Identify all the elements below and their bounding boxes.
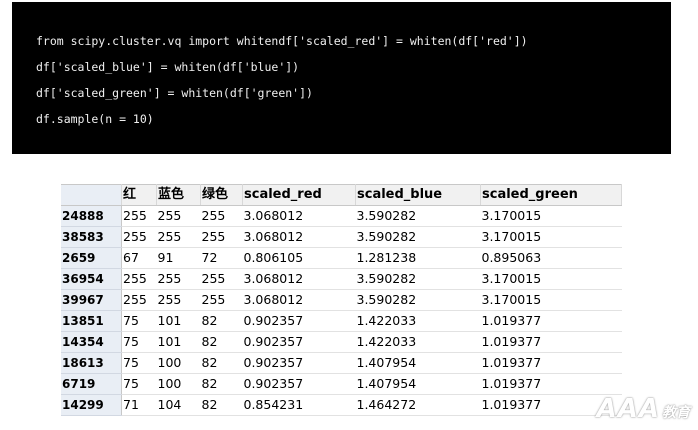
- table-cell: 0.902357: [242, 331, 356, 353]
- table-cell: 3.170015: [480, 226, 622, 248]
- table-cell: 255: [200, 205, 243, 227]
- table-cell: 101: [156, 310, 201, 332]
- dataframe-output: 红 蓝色 绿色 scaled_red scaled_blue scaled_gr…: [61, 184, 622, 416]
- table-cell: 255: [121, 205, 157, 227]
- table-row: 24888 255 255 255 3.068012 3.590282 3.17…: [61, 205, 622, 227]
- column-header-red: 红: [121, 184, 157, 206]
- table-cell: 1.019377: [480, 352, 622, 374]
- watermark-logo: AAA 教育: [597, 394, 690, 424]
- table-cell: 1.464272: [355, 394, 481, 416]
- table-cell: 255: [200, 226, 243, 248]
- code-block: from scipy.cluster.vq import whitendf['s…: [12, 2, 671, 154]
- column-header-scaled-red: scaled_red: [242, 184, 356, 206]
- table-row: 39967 255 255 255 3.068012 3.590282 3.17…: [61, 289, 622, 311]
- table-row: 6719 75 100 82 0.902357 1.407954 1.01937…: [61, 373, 622, 395]
- column-header-scaled-blue: scaled_blue: [355, 184, 481, 206]
- table-cell: 104: [156, 394, 201, 416]
- table-cell: 255: [200, 289, 243, 311]
- table-cell: 71: [121, 394, 157, 416]
- table-cell: 82: [200, 373, 243, 395]
- table-cell: 75: [121, 373, 157, 395]
- table-cell: 82: [200, 331, 243, 353]
- table-cell: 75: [121, 310, 157, 332]
- row-index: 18613: [61, 352, 122, 374]
- table-cell: 3.068012: [242, 226, 356, 248]
- table-cell: 3.170015: [480, 268, 622, 290]
- row-index: 36954: [61, 268, 122, 290]
- table-cell: 255: [121, 226, 157, 248]
- table-cell: 0.806105: [242, 247, 356, 269]
- table-cell: 255: [156, 289, 201, 311]
- code-line: df['scaled_green'] = whiten(df['green']): [36, 86, 313, 100]
- table-cell: 0.902357: [242, 310, 356, 332]
- table-cell: 1.281238: [355, 247, 481, 269]
- table-cell: 82: [200, 352, 243, 374]
- table-cell: 3.068012: [242, 289, 356, 311]
- table-cell: 255: [156, 268, 201, 290]
- table-cell: 67: [121, 247, 157, 269]
- table-row: 14354 75 101 82 0.902357 1.422033 1.0193…: [61, 331, 622, 353]
- column-header-green: 绿色: [200, 184, 243, 206]
- table-cell: 0.895063: [480, 247, 622, 269]
- table-cell: 82: [200, 310, 243, 332]
- table-cell: 255: [156, 205, 201, 227]
- table-cell: 0.902357: [242, 373, 356, 395]
- table-row: 36954 255 255 255 3.068012 3.590282 3.17…: [61, 268, 622, 290]
- table-cell: 1.407954: [355, 373, 481, 395]
- table-cell: 75: [121, 331, 157, 353]
- table-cell: 100: [156, 373, 201, 395]
- table-cell: 75: [121, 352, 157, 374]
- table-cell: 100: [156, 352, 201, 374]
- table-cell: 3.170015: [480, 205, 622, 227]
- row-index: 24888: [61, 205, 122, 227]
- row-index: 2659: [61, 247, 122, 269]
- table-cell: 3.068012: [242, 268, 356, 290]
- table-cell: 3.590282: [355, 268, 481, 290]
- table-cell: 255: [121, 289, 157, 311]
- code-line: from scipy.cluster.vq import whitendf['s…: [36, 34, 528, 48]
- table-row: 18613 75 100 82 0.902357 1.407954 1.0193…: [61, 352, 622, 374]
- table-cell: 1.422033: [355, 331, 481, 353]
- row-index: 38583: [61, 226, 122, 248]
- table-cell: 1.407954: [355, 352, 481, 374]
- table-cell: 255: [121, 268, 157, 290]
- index-header: [61, 184, 122, 206]
- row-index: 6719: [61, 373, 122, 395]
- row-index: 39967: [61, 289, 122, 311]
- table-row: 38583 255 255 255 3.068012 3.590282 3.17…: [61, 226, 622, 248]
- row-index: 14354: [61, 331, 122, 353]
- table-row: 2659 67 91 72 0.806105 1.281238 0.895063: [61, 247, 622, 269]
- table-cell: 3.170015: [480, 289, 622, 311]
- column-header-blue: 蓝色: [156, 184, 201, 206]
- table-cell: 1.422033: [355, 310, 481, 332]
- table-row: 14299 71 104 82 0.854231 1.464272 1.0193…: [61, 394, 622, 416]
- table-header-row: 红 蓝色 绿色 scaled_red scaled_blue scaled_gr…: [61, 184, 622, 206]
- dataframe-table: 红 蓝色 绿色 scaled_red scaled_blue scaled_gr…: [61, 184, 622, 416]
- table-cell: 3.590282: [355, 205, 481, 227]
- watermark-text: AAA: [596, 394, 660, 424]
- row-index: 14299: [61, 394, 122, 416]
- table-cell: 0.854231: [242, 394, 356, 416]
- code-line: df['scaled_blue'] = whiten(df['blue']): [36, 60, 300, 74]
- table-cell: 3.068012: [242, 205, 356, 227]
- table-cell: 1.019377: [480, 310, 622, 332]
- table-cell: 1.019377: [480, 373, 622, 395]
- table-cell: 82: [200, 394, 243, 416]
- table-cell: 0.902357: [242, 352, 356, 374]
- table-cell: 255: [200, 268, 243, 290]
- row-index: 13851: [61, 310, 122, 332]
- table-cell: 3.590282: [355, 289, 481, 311]
- table-row: 13851 75 101 82 0.902357 1.422033 1.0193…: [61, 310, 622, 332]
- watermark-subtext: 教育: [662, 405, 690, 421]
- table-cell: 3.590282: [355, 226, 481, 248]
- table-cell: 101: [156, 331, 201, 353]
- table-cell: 1.019377: [480, 331, 622, 353]
- table-cell: 255: [156, 226, 201, 248]
- table-cell: 72: [200, 247, 243, 269]
- table-cell: 91: [156, 247, 201, 269]
- column-header-scaled-green: scaled_green: [480, 184, 622, 206]
- code-line: df.sample(n = 10): [36, 112, 154, 126]
